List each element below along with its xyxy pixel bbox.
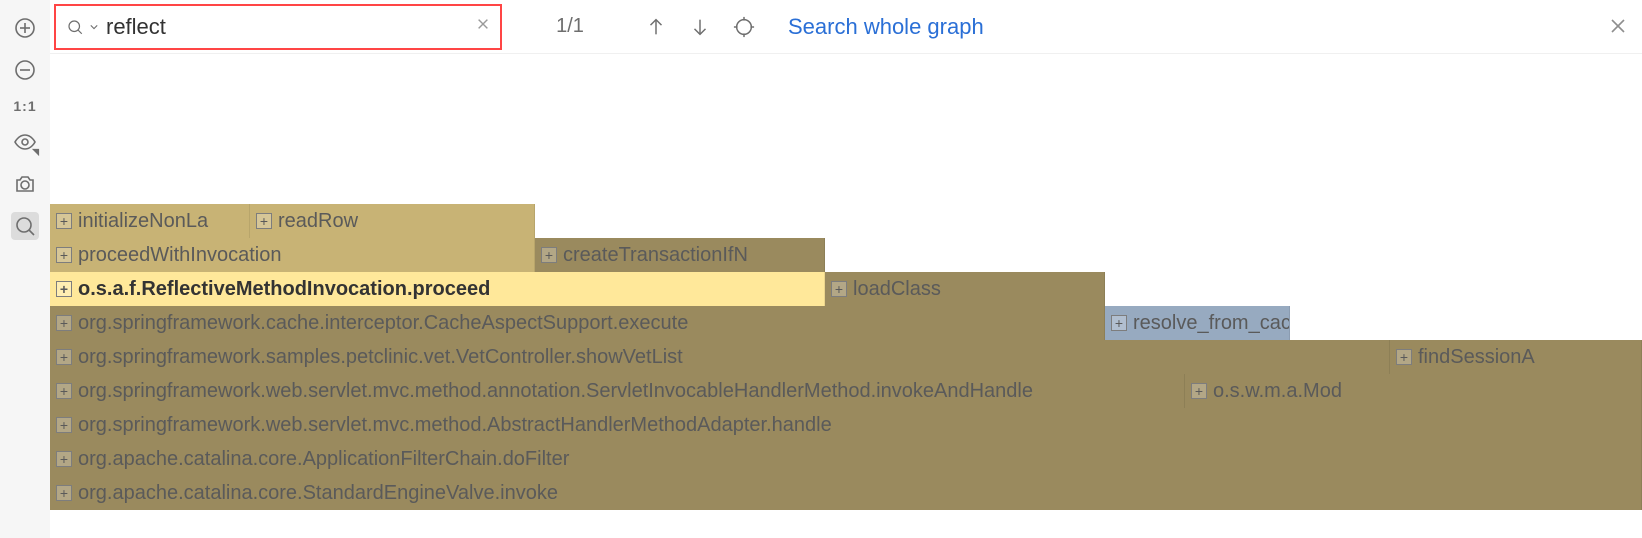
frame-label: proceedWithInvocation [78, 244, 281, 267]
expand-icon[interactable]: + [56, 213, 72, 229]
flame-frame[interactable]: + proceedWithInvocation [50, 238, 535, 272]
match-counter: 1/1 [510, 15, 630, 38]
search-field-container [54, 4, 502, 50]
frame-label: org.apache.catalina.core.ApplicationFilt… [78, 448, 569, 471]
search-whole-graph-link[interactable]: Search whole graph [788, 14, 984, 40]
frame-label: createTransactionIfN [563, 244, 748, 267]
expand-icon[interactable]: + [56, 485, 72, 501]
frame-label: org.apache.catalina.core.StandardEngineV… [78, 482, 558, 505]
zoom-out-icon[interactable] [11, 56, 39, 84]
frame-label: findSessionA [1418, 346, 1535, 369]
close-search-icon[interactable] [1610, 14, 1626, 40]
flame-frame[interactable]: + findSessionA [1390, 340, 1642, 374]
main-panel: 1/1 Search whole graph +initializeNonLa+… [50, 0, 1642, 538]
visibility-icon[interactable] [11, 128, 39, 156]
frame-label: o.s.w.m.a.Mod [1213, 380, 1342, 403]
search-input-icon [66, 18, 84, 36]
search-input[interactable] [106, 6, 468, 48]
zoom-in-icon[interactable] [11, 14, 39, 42]
expand-icon[interactable]: + [56, 247, 72, 263]
flame-frame[interactable]: + initializeNonLa [50, 204, 250, 238]
flame-frame[interactable]: + org.apache.catalina.core.ApplicationFil… [50, 442, 1642, 476]
search-icon[interactable] [11, 212, 39, 240]
frame-label: initializeNonLa [78, 210, 208, 233]
expand-icon[interactable]: + [56, 315, 72, 331]
flame-frame[interactable]: + org.springframework.web.servlet.mvc.met… [50, 408, 1642, 442]
clear-search-icon[interactable] [476, 17, 490, 36]
frame-label: resolve_from_cache [1133, 312, 1290, 335]
expand-icon[interactable]: + [831, 281, 847, 297]
flame-frame[interactable]: + o.s.a.f.ReflectiveMethodInvocation.proc… [50, 272, 825, 306]
flame-frame[interactable]: + org.springframework.samples.petclinic.v… [50, 340, 1390, 374]
frame-label: loadClass [853, 278, 941, 301]
expand-icon[interactable]: + [56, 417, 72, 433]
sidebar: 1:1 [0, 0, 50, 538]
expand-icon[interactable]: + [1396, 349, 1412, 365]
expand-icon[interactable]: + [56, 451, 72, 467]
flame-frame[interactable]: + resolve_from_cache [1105, 306, 1290, 340]
flame-frame[interactable]: + loadClass [825, 272, 1105, 306]
flame-frame[interactable]: + org.apache.catalina.core.StandardEngine… [50, 476, 1642, 510]
flame-frame[interactable]: + readRow [250, 204, 535, 238]
frame-label: o.s.a.f.ReflectiveMethodInvocation.proce… [78, 278, 490, 301]
frame-label: org.springframework.cache.interceptor.Ca… [78, 312, 688, 335]
flame-frame[interactable]: + org.springframework.cache.interceptor.C… [50, 306, 1105, 340]
flame-frame[interactable]: + createTransactionIfN [535, 238, 825, 272]
expand-icon[interactable]: + [56, 281, 72, 297]
frame-label: readRow [278, 210, 358, 233]
expand-icon[interactable]: + [1111, 315, 1127, 331]
flame-graph[interactable]: + initializeNonLa + readRow + proceedWithInvo… [50, 54, 1642, 538]
flame-frame[interactable]: + org.springframework.web.servlet.mvc.met… [50, 374, 1185, 408]
expand-icon[interactable]: + [1191, 383, 1207, 399]
frame-label: org.springframework.web.servlet.mvc.meth… [78, 380, 1033, 403]
expand-icon[interactable]: + [56, 349, 72, 365]
next-match-icon[interactable] [682, 9, 718, 45]
prev-match-icon[interactable] [638, 9, 674, 45]
expand-icon[interactable]: + [56, 383, 72, 399]
camera-icon[interactable] [11, 170, 39, 198]
zoom-reset-label[interactable]: 1:1 [13, 98, 36, 114]
frame-label: org.springframework.samples.petclinic.ve… [78, 346, 683, 369]
search-toolbar: 1/1 Search whole graph [50, 0, 1642, 54]
flame-frame[interactable]: + o.s.w.m.a.Mod [1185, 374, 1642, 408]
expand-icon[interactable]: + [256, 213, 272, 229]
frame-label: org.springframework.web.servlet.mvc.meth… [78, 414, 832, 437]
locate-match-icon[interactable] [726, 9, 762, 45]
expand-icon[interactable]: + [541, 247, 557, 263]
search-options-chevron-icon[interactable] [90, 23, 98, 31]
